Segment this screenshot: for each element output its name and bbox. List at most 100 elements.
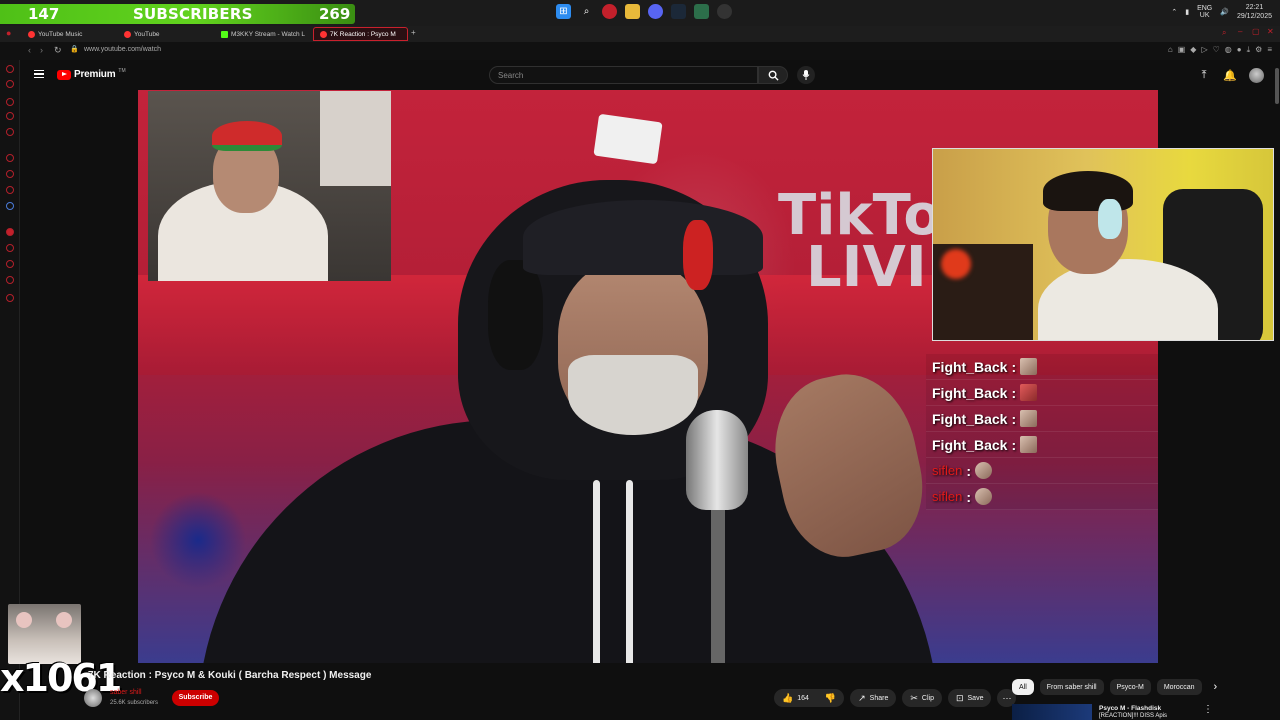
search-tabs-icon[interactable]: ⌕ [1222,28,1226,38]
bookmark-icon: ⊡ [955,692,964,703]
sidebar-item-icon[interactable] [6,170,14,178]
streamer-headset [1098,199,1122,239]
sidebar-item-icon[interactable] [6,294,14,302]
sidebar-item-icon[interactable] [6,228,14,236]
extension-icon[interactable]: ◍ [1225,45,1232,55]
address-bar: ‹ › ↻ 🔒 www.youtube.com/watch ⌂ ▣ ◆ ▷ ♡ … [0,42,1280,60]
tab-youtube[interactable]: YouTube [118,27,214,41]
extensions: ⌂ ▣ ◆ ▷ ♡ ◍ ● ⤓ ⚙ ≡ [1168,45,1272,55]
app-icon[interactable] [694,4,709,19]
minimize-button[interactable]: – [1238,27,1242,36]
like-button[interactable]: 👍 164 [774,689,817,707]
create-upload-icon[interactable]: ⤒ [1197,69,1211,83]
hamburger-menu-icon[interactable] [34,70,44,78]
shield-icon[interactable]: ◆ [1190,45,1196,55]
play-icon[interactable]: ▷ [1201,45,1207,55]
maximize-button[interactable]: ▢ [1252,27,1260,36]
back-icon[interactable]: ‹ [28,45,31,55]
sidebar-item-icon[interactable] [6,65,14,73]
sidebar-item-icon[interactable] [6,80,14,88]
share-button[interactable]: ↗ Share [850,689,897,707]
subscribe-button[interactable]: Subscribe [172,690,219,706]
reload-icon[interactable]: ↻ [54,45,62,56]
chat-overlay: Fight_Back: Fight_Back: Fight_Back: Figh… [926,354,1158,510]
search-button[interactable] [758,66,788,84]
dislike-button[interactable]: 👎 [816,689,845,707]
chip-all[interactable]: All [1012,679,1034,695]
screenshot-icon[interactable]: ▣ [1178,45,1186,55]
download-icon[interactable]: ⤓ [1247,45,1251,55]
sidebar-item-icon[interactable] [6,276,14,284]
header-actions: ⤒ 🔔 [1197,68,1264,83]
clip-button[interactable]: ✂ Clip [902,689,942,707]
recommended-video-thumbnail[interactable] [1012,704,1092,720]
volume-icon[interactable]: 🔊 [1220,8,1229,16]
headphones-red [683,220,713,290]
chip-from-channel[interactable]: From saber shill [1039,679,1104,695]
chip-moroccan[interactable]: Moroccan [1156,679,1202,695]
emote-icon [1020,410,1038,427]
youtube-icon [320,30,327,38]
chevron-up-icon[interactable]: ⌃ [1171,8,1177,16]
taskbar-apps: ⊞ ⌕ [556,4,732,19]
microphone-icon [802,70,810,80]
channel-avatar[interactable] [84,689,102,707]
chat-message: Fight_Back: [926,406,1158,432]
voice-search-button[interactable] [797,66,815,84]
kick-icon [221,30,228,38]
menu-icon[interactable]: ≡ [1267,45,1272,55]
tab-kick-stream[interactable]: M3KKY Stream - Watch L [215,27,310,41]
windows-start-icon[interactable]: ⊞ [556,4,571,19]
profile-icon[interactable]: ● [1237,45,1242,55]
sidebar-item-icon[interactable] [6,202,14,210]
sidebar-item-icon[interactable] [6,154,14,162]
search-icon[interactable]: ⌕ [579,4,594,19]
share-icon: ↗ [858,692,866,703]
chip-psyco-m[interactable]: Psyco-M [1109,679,1151,695]
more-vertical-icon[interactable]: ⋮ [1203,704,1213,715]
save-button[interactable]: ⊡ Save [947,689,992,707]
clock[interactable]: 22:21 29/12/2025 [1237,3,1272,21]
search-input[interactable]: Search [489,66,758,84]
emote-icon [1020,358,1038,375]
user-avatar[interactable] [1249,68,1264,83]
video-title: 7K Reaction : Psyco M & Kouki ( Barcha R… [88,670,372,681]
sidebar-item-icon[interactable] [6,112,14,120]
network-icon[interactable]: ▮ [1185,8,1189,16]
heart-icon[interactable]: ♡ [1213,45,1220,55]
youtube-header: Premium TM Search ⤒ 🔔 [20,60,1280,90]
cat-ear [56,612,72,628]
opera-menu-icon[interactable]: ● [6,28,11,38]
tab-youtube-music[interactable]: YouTube Music [22,27,117,41]
pin-icon[interactable]: ⌂ [1168,45,1173,55]
close-button[interactable]: ✕ [1267,27,1274,36]
scrollbar-thumb[interactable] [1275,68,1279,104]
notifications-bell-icon[interactable]: 🔔 [1223,69,1237,83]
settings-icon[interactable]: ⚙ [1255,45,1262,55]
channel-name[interactable]: saber shill [110,689,142,696]
browser-tabstrip: ● YouTube Music YouTube M3KKY Stream - W… [0,26,1280,42]
folder-icon[interactable] [625,4,640,19]
sidebar-item-icon[interactable] [6,244,14,252]
obs-icon[interactable] [717,4,732,19]
chevron-right-icon[interactable]: › [1214,681,1218,693]
sidebar-item-icon[interactable] [6,128,14,136]
opera-icon[interactable] [602,4,617,19]
cap-patch [593,113,663,165]
youtube-premium-logo[interactable]: Premium TM [57,68,126,80]
steam-icon[interactable] [671,4,686,19]
recommended-video-title[interactable]: Psyco M - Flashdisk [1099,705,1161,712]
subscriber-goal: 269 [319,5,351,23]
tab-current-video[interactable]: 7K Reaction : Psyco M [313,27,408,41]
sidebar-item-icon[interactable] [6,98,14,106]
forward-icon[interactable]: › [40,45,43,55]
stream-backdrop-text: TikTo LIVI [778,183,942,300]
new-tab-button[interactable]: + [411,28,416,37]
sidebar-item-icon[interactable] [6,186,14,194]
sidebar-item-icon[interactable] [6,260,14,268]
more-horizontal-icon: ⋯ [1002,692,1012,703]
url-field[interactable]: www.youtube.com/watch [84,46,161,53]
page-scrollbar[interactable] [1274,60,1280,720]
discord-icon[interactable] [648,4,663,19]
language-indicator[interactable]: ENG UK [1197,5,1212,19]
